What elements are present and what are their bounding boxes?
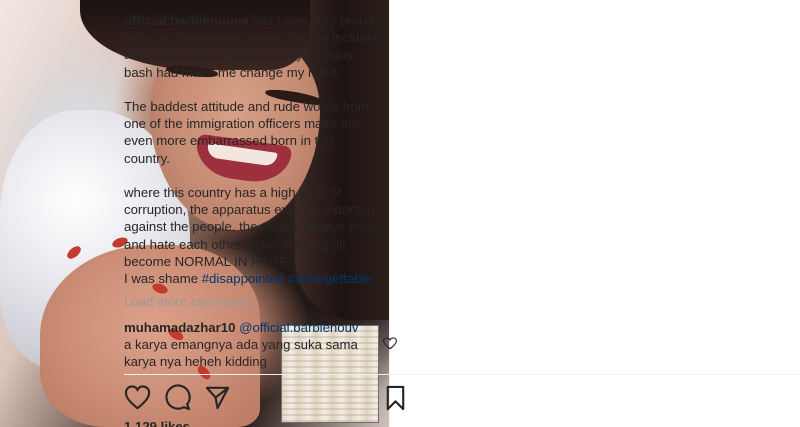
caption-text: first I was very proud to be an Indonesi… xyxy=(124,13,378,287)
comment-item: muhamadazhar10 @official.barbienouv a ka… xyxy=(124,319,380,371)
hashtag-link[interactable]: #unforgettable xyxy=(288,271,372,286)
speech-bubble-icon[interactable] xyxy=(164,384,191,411)
action-bar xyxy=(124,384,411,412)
likes-count[interactable]: 1,129 likes xyxy=(124,419,190,427)
load-more-comments-button[interactable]: Load more comments xyxy=(124,294,252,309)
comments-pane xyxy=(389,0,800,427)
comment-username[interactable]: muhamadazhar10 xyxy=(124,320,235,335)
heart-icon[interactable] xyxy=(124,384,151,411)
post-caption: official.barbienouva first I was very pr… xyxy=(124,12,404,287)
caption-username[interactable]: official.barbienouva xyxy=(124,13,249,28)
heart-outline-icon[interactable] xyxy=(383,337,397,350)
bookmark-icon[interactable] xyxy=(382,384,409,411)
comment-mention[interactable]: @official.barbienouv xyxy=(239,320,358,335)
paper-plane-icon[interactable] xyxy=(204,384,231,411)
comment-text: a karya emangnya ada yang suka sama kary… xyxy=(124,337,358,370)
divider xyxy=(124,374,800,375)
hashtag-link[interactable]: #disappointed xyxy=(202,271,284,286)
